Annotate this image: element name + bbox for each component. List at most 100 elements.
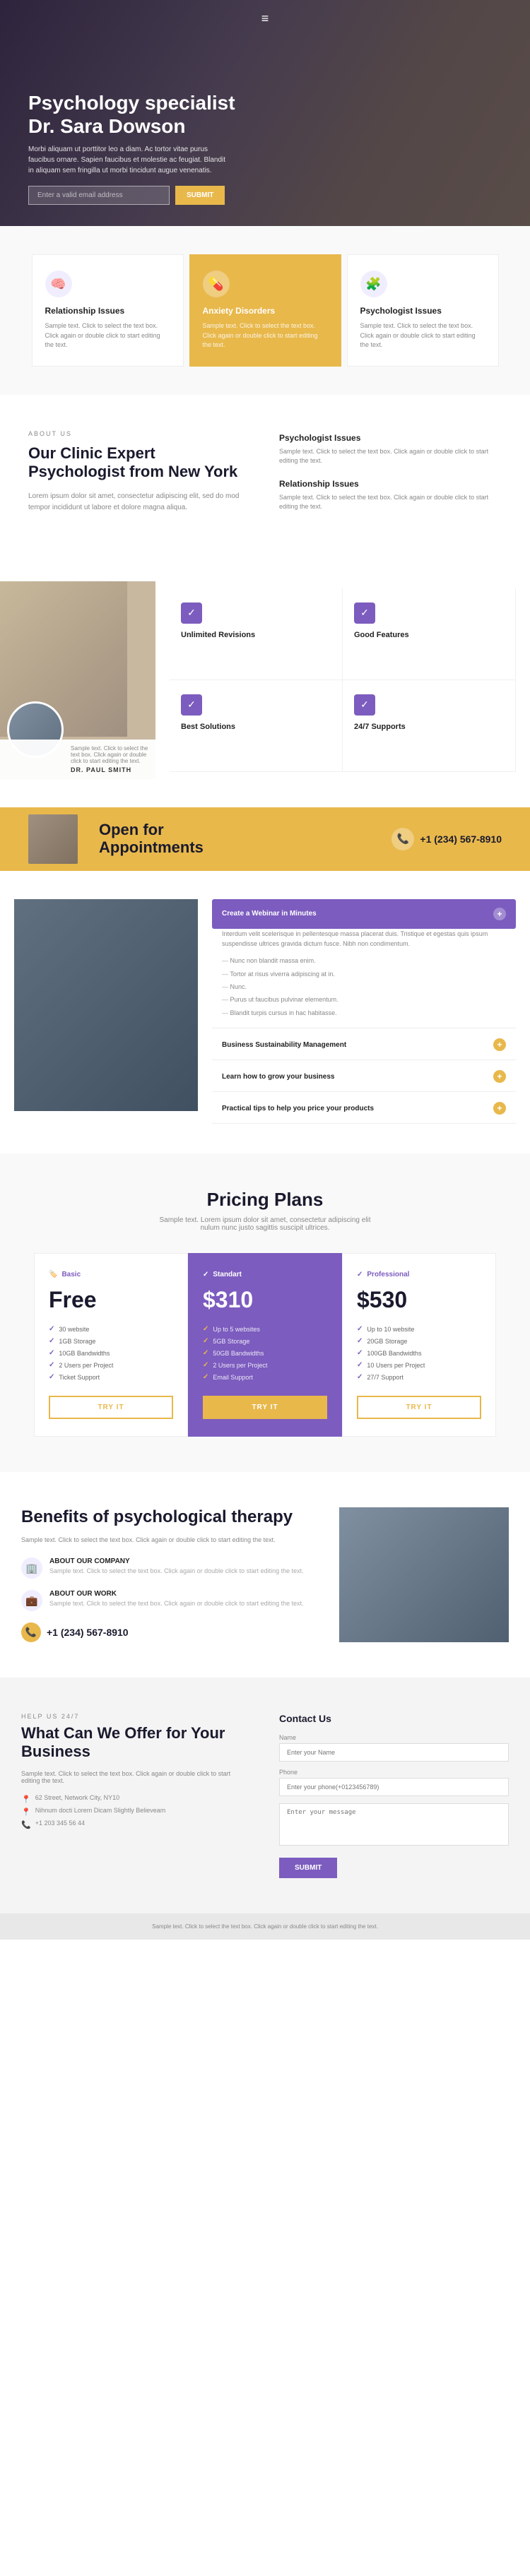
plan-features-standard: Up to 5 websites 5GB Storage 50GB Bandwi… (203, 1323, 327, 1383)
badge-label-standard: Standart (213, 1271, 242, 1278)
appointment-phone[interactable]: 📞 +1 (234) 567-8910 (391, 828, 502, 850)
plan-btn-professional[interactable]: TRY IT (357, 1396, 481, 1419)
hamburger-menu[interactable]: ≡ (261, 11, 269, 26)
accordion-item-0[interactable]: Create a Webinar in Minutes + Interdum v… (212, 899, 516, 1029)
accordion-item-3[interactable]: Practical tips to help you price your pr… (212, 1093, 516, 1124)
badge-label-basic: Basic (61, 1271, 81, 1278)
list-item: Nunc non blandit massa enim. (222, 954, 506, 967)
contact-message-input[interactable] (279, 1803, 509, 1846)
accordion-header-2[interactable]: Learn how to grow your business + (212, 1062, 516, 1091)
plan-price-professional: $530 (357, 1287, 481, 1313)
phone-icon: 📞 (391, 828, 414, 850)
benefits-title: Benefits of psychological therapy (21, 1507, 318, 1528)
accordion-header-0[interactable]: Create a Webinar in Minutes + (212, 899, 516, 929)
contact-name-input[interactable] (279, 1743, 509, 1762)
feature-item: 50GB Bandwidths (203, 1347, 327, 1359)
footer-address2: 📍 Nihnum docti Lorem Dicam Slightly Beli… (21, 1807, 251, 1817)
feature-item: Ticket Support (49, 1371, 173, 1383)
email-input[interactable] (28, 186, 170, 205)
footer-left: Help Us 24/7 What Can We Offer for Your … (21, 1713, 251, 1878)
footer-help-label: Help Us 24/7 (21, 1713, 251, 1720)
company-icon: 🏢 (21, 1557, 42, 1579)
issue2-text: Sample text. Click to select the text bo… (279, 493, 502, 512)
accordion-list-0: Nunc non blandit massa enim. Tortor at r… (222, 954, 506, 1019)
pricing-card-basic: 🏷️ Basic Free 30 website 1GB Storage 10G… (34, 1253, 188, 1437)
benefits-phone[interactable]: 📞 +1 (234) 567-8910 (21, 1622, 318, 1642)
plan-price-standard: $310 (203, 1287, 327, 1313)
appointment-banner: Open forAppointments 📞 +1 (234) 567-8910 (0, 807, 530, 871)
badge-label-professional: Professional (367, 1271, 409, 1278)
pricing-subtitle: Sample text. Lorem ipsum dolor sit amet,… (152, 1216, 378, 1232)
benefit-company-content: ABOUT OUR COMPANY Sample text. Click to … (49, 1557, 304, 1574)
appointment-phone-number: +1 (234) 567-8910 (420, 833, 502, 845)
hero-section: ≡ Psychology specialistDr. Sara Dowson M… (0, 0, 530, 226)
appointment-image (28, 814, 78, 864)
accordion-title-0: Create a Webinar in Minutes (222, 910, 317, 918)
check-icon-revisions: ✓ (181, 603, 202, 624)
accordion-list: Create a Webinar in Minutes + Interdum v… (212, 899, 516, 1126)
list-item: Nunc. (222, 980, 506, 993)
badge-icon-standard: ✓ (203, 1271, 208, 1278)
feature-item: 30 website (49, 1323, 173, 1335)
feature-title-solutions: Best Solutions (181, 723, 331, 731)
pricing-card-standard: ✓ Standart $310 Up to 5 websites 5GB Sto… (188, 1253, 342, 1437)
feature-item: 100GB Bandwidths (357, 1347, 481, 1359)
footer-note: Sample text. Click to select the text bo… (0, 1913, 530, 1940)
plan-badge-professional: ✓ Professional (357, 1271, 481, 1278)
issue1-title: Psychologist Issues (279, 433, 502, 443)
service-title-anxiety: Anxiety Disorders (203, 306, 328, 316)
footer-note-text: Sample text. Click to select the text bo… (152, 1923, 378, 1930)
feature-solutions: ✓ Best Solutions (170, 680, 343, 772)
list-item: Tortor at risus viverra adipiscing at in… (222, 968, 506, 980)
footer-cta-section: Help Us 24/7 What Can We Offer for Your … (0, 1678, 530, 1913)
plan-btn-basic[interactable]: TRY IT (49, 1396, 173, 1419)
name-label: Name (279, 1734, 509, 1741)
feature-item: Email Support (203, 1371, 327, 1383)
about-label: ABOUT US (28, 430, 251, 437)
hero-form: Submit (28, 186, 502, 205)
feature-item: 10GB Bandwidths (49, 1347, 173, 1359)
check-icon-support: ✓ (354, 694, 375, 716)
service-text-relationship: Sample text. Click to select the text bo… (45, 321, 170, 350)
service-title-relationship: Relationship Issues (45, 306, 170, 316)
accordion-header-3[interactable]: Practical tips to help you price your pr… (212, 1093, 516, 1123)
accordion-item-2[interactable]: Learn how to grow your business + (212, 1062, 516, 1092)
plan-btn-standard[interactable]: TRY IT (203, 1396, 327, 1419)
service-card-anxiety[interactable]: 💊 Anxiety Disorders Sample text. Click t… (189, 254, 341, 367)
accordion-header-1[interactable]: Business Sustainability Management + (212, 1030, 516, 1060)
feature-item: 10 Users per Project (357, 1359, 481, 1371)
psychologist-icon: 🧩 (360, 271, 387, 297)
phone-icon-footer: 📞 (21, 1820, 31, 1829)
service-text-psychologist: Sample text. Click to select the text bo… (360, 321, 485, 350)
contact-phone-input[interactable] (279, 1778, 509, 1796)
accordion-item-1[interactable]: Business Sustainability Management + (212, 1030, 516, 1060)
list-item: Purus ut faucibus pulvinar elementum. (222, 993, 506, 1006)
plan-badge-basic: 🏷️ Basic (49, 1271, 173, 1278)
features-section: Sample text. Click to select the text bo… (0, 560, 530, 807)
accordion-title-1: Business Sustainability Management (222, 1041, 346, 1049)
pricing-card-professional: ✓ Professional $530 Up to 10 website 20G… (342, 1253, 496, 1437)
contact-submit-button[interactable]: Submit (279, 1858, 337, 1878)
feature-support: ✓ 24/7 Supports (343, 680, 516, 772)
service-text-anxiety: Sample text. Click to select the text bo… (203, 321, 328, 350)
footer-phone[interactable]: 📞 +1 203 345 56 44 (21, 1820, 251, 1829)
accordion-title-3: Practical tips to help you price your pr… (222, 1105, 374, 1112)
feature-title-revisions: Unlimited Revisions (181, 631, 331, 639)
plan-price-basic: Free (49, 1287, 173, 1313)
check-icon-solutions: ✓ (181, 694, 202, 716)
relationship-icon: 🧠 (45, 271, 72, 297)
feature-item: Up to 5 websites (203, 1323, 327, 1335)
service-card-relationship[interactable]: 🧠 Relationship Issues Sample text. Click… (32, 254, 184, 367)
about-left: ABOUT US Our Clinic Expert Psychologist … (28, 430, 251, 525)
plan-badge-standard: ✓ Standart (203, 1271, 327, 1278)
badge-icon-professional: ✓ (357, 1271, 363, 1278)
hero-submit-button[interactable]: Submit (175, 186, 225, 205)
pricing-title: Pricing Plans (21, 1189, 509, 1211)
accordion-toggle-2: + (493, 1070, 506, 1083)
services-section: 🧠 Relationship Issues Sample text. Click… (0, 226, 530, 395)
about-section: ABOUT US Our Clinic Expert Psychologist … (0, 395, 530, 560)
feature-title-support: 24/7 Supports (354, 723, 504, 731)
pricing-section: Pricing Plans Sample text. Lorem ipsum d… (0, 1153, 530, 1472)
feature-item: 2 Users per Project (49, 1359, 173, 1371)
service-card-psychologist[interactable]: 🧩 Psychologist Issues Sample text. Click… (347, 254, 499, 367)
